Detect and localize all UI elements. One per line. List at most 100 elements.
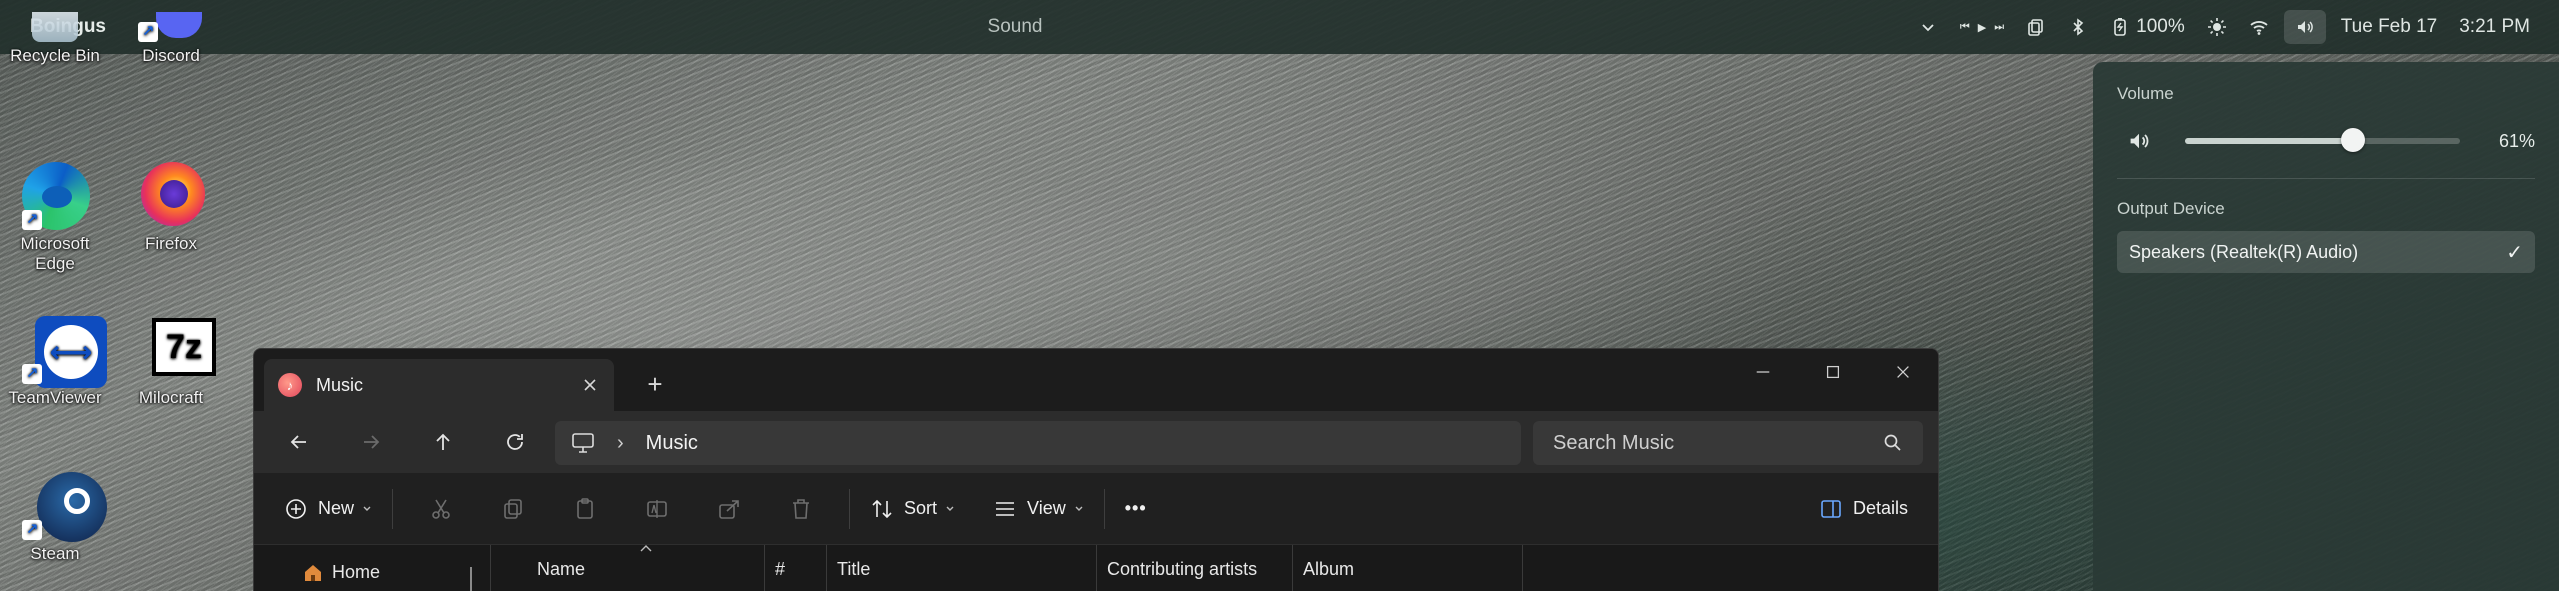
volume-tray-button[interactable] [2283,10,2326,44]
battery-percent: 100% [2136,16,2185,37]
tray-overflow-chevron-down-icon[interactable] [1907,0,1949,54]
previous-track-icon[interactable]: ⏮ [1960,21,1970,34]
desktop-icon-milocraft[interactable]: 7z Milocraft [121,314,221,408]
view-list-icon [996,501,1015,516]
breadcrumb-chevron-icon[interactable]: › [617,432,624,455]
address-bar[interactable]: › Music [555,421,1521,465]
shortcut-arrow-icon: ↗ [138,22,158,42]
media-controls: ⏮ ▶ ⏭ [1949,0,2015,54]
sort-icon [872,499,892,518]
7zip-icon: 7z [136,314,216,384]
nav-pane-home-label: Home [332,561,381,582]
desktop-icon-discord[interactable]: ↗ Discord [121,12,221,66]
firefox-icon [136,160,206,230]
command-bar: New Sort View ••• Details [254,473,1938,545]
time-text[interactable]: 3:21 PM [2448,0,2541,54]
tab-close-icon[interactable] [580,375,600,395]
volume-label: Volume [2117,84,2174,103]
pane-splitter[interactable] [470,567,472,591]
recycle-bin-icon [32,12,78,42]
checkmark-icon: ✓ [2506,241,2523,264]
shortcut-arrow-icon: ↗ [22,520,42,540]
nav-pane-home[interactable]: Home [302,561,380,583]
up-arrow-icon[interactable] [414,422,472,462]
output-device-speakers[interactable]: Speakers (Realtek(R) Audio) ✓ [2117,231,2535,273]
breadcrumb-music[interactable]: Music [646,432,698,455]
next-track-icon[interactable]: ⏭ [1994,21,2004,34]
new-button[interactable]: New [276,487,380,531]
battery-indicator[interactable]: 100% [2099,0,2196,54]
speaker-icon[interactable] [2127,129,2151,153]
divider [2117,178,2535,179]
volume-percent: 61% [2498,130,2535,151]
computer-icon [572,433,594,453]
desktop-icon-label: Recycle Bin [10,46,100,65]
play-icon[interactable]: ▶ [1978,21,1986,34]
teamviewer-icon: ⟷ ↗ [20,314,107,388]
details-button[interactable]: Details [1811,487,1916,531]
desktop-icon-firefox[interactable]: Firefox [121,160,221,254]
desktop-icon-edge[interactable]: ↗ Microsoft Edge [5,160,105,274]
more-options-button[interactable]: ••• [1117,487,1155,531]
close-icon[interactable] [1868,349,1938,395]
details-pane-icon [1821,499,1841,518]
divider [1103,488,1105,529]
new-label: New [318,498,355,518]
discord-icon: ↗ [136,12,206,42]
desktop-icon-label: Discord [142,46,200,65]
clipboard-icon[interactable] [2015,0,2057,54]
delete-icon[interactable] [765,487,837,531]
maximize-icon[interactable] [1798,349,1868,395]
column-header-number[interactable]: # [764,545,826,591]
search-icon [1884,434,1901,451]
brightness-icon[interactable] [2196,0,2238,54]
share-icon[interactable] [693,487,765,531]
navigation-bar: › Music [254,411,1938,473]
column-header-album[interactable]: Album [1292,545,1522,591]
output-device-name: Speakers (Realtek(R) Audio) [2129,241,2359,262]
bluetooth-icon[interactable] [2057,0,2099,54]
column-header-title[interactable]: Title [826,545,1096,591]
desktop-icon-teamviewer[interactable]: ⟷ ↗ TeamViewer [5,314,107,408]
chevron-down-icon [1075,506,1083,511]
column-header-contributing-artists[interactable]: Contributing artists [1096,545,1292,591]
volume-slider[interactable] [2185,128,2460,152]
desktop-icon-label: TeamViewer [8,388,102,407]
wifi-icon[interactable] [2238,0,2280,54]
sort-button[interactable]: Sort [862,487,963,531]
volume-slider-handle[interactable] [2340,128,2365,152]
tab-music[interactable]: ♪ Music [264,359,614,411]
back-arrow-icon[interactable] [270,422,328,462]
forward-arrow-icon[interactable] [342,422,400,462]
cut-icon[interactable] [405,487,477,531]
new-tab-button[interactable]: + [640,369,670,399]
divider [392,488,394,529]
desktop-icon-steam[interactable]: ↗ Steam [5,470,107,564]
system-tray: ⏮ ▶ ⏭ 100% Tue Feb 17 3:21 PM [1907,0,2559,54]
paste-icon[interactable] [549,487,621,531]
date-text[interactable]: Tue Feb 17 [2330,0,2448,54]
file-explorer-window: ♪ Music + › Music New [253,348,1939,591]
details-label: Details [1852,498,1908,518]
desktop-icon-recycle-bin[interactable]: Recycle Bin [5,12,105,66]
view-button[interactable]: View [985,487,1092,531]
rename-icon[interactable] [621,487,693,531]
desktop-icon-label: Firefox [145,234,197,253]
divider [849,488,851,529]
minimize-icon[interactable] [1728,349,1798,395]
view-label: View [1027,498,1066,518]
search-input[interactable] [1553,431,1883,455]
copy-icon[interactable] [477,487,549,531]
desktop-icon-label: Milocraft [138,388,204,407]
column-header-name[interactable]: Name [490,545,764,591]
chevron-down-icon [363,506,371,511]
refresh-icon[interactable] [486,422,544,462]
music-folder-icon: ♪ [278,373,302,397]
column-divider [1522,545,1523,591]
file-list-header: Home Name # Title Contributing artists A… [254,545,1938,591]
shortcut-arrow-icon: ↗ [22,364,42,384]
search-box [1533,421,1923,465]
top-bar: Boingus Sound ⏮ ▶ ⏭ 100% Tue Feb 17 [0,0,2559,54]
home-icon [305,565,321,581]
plus-circle-icon [286,498,306,519]
